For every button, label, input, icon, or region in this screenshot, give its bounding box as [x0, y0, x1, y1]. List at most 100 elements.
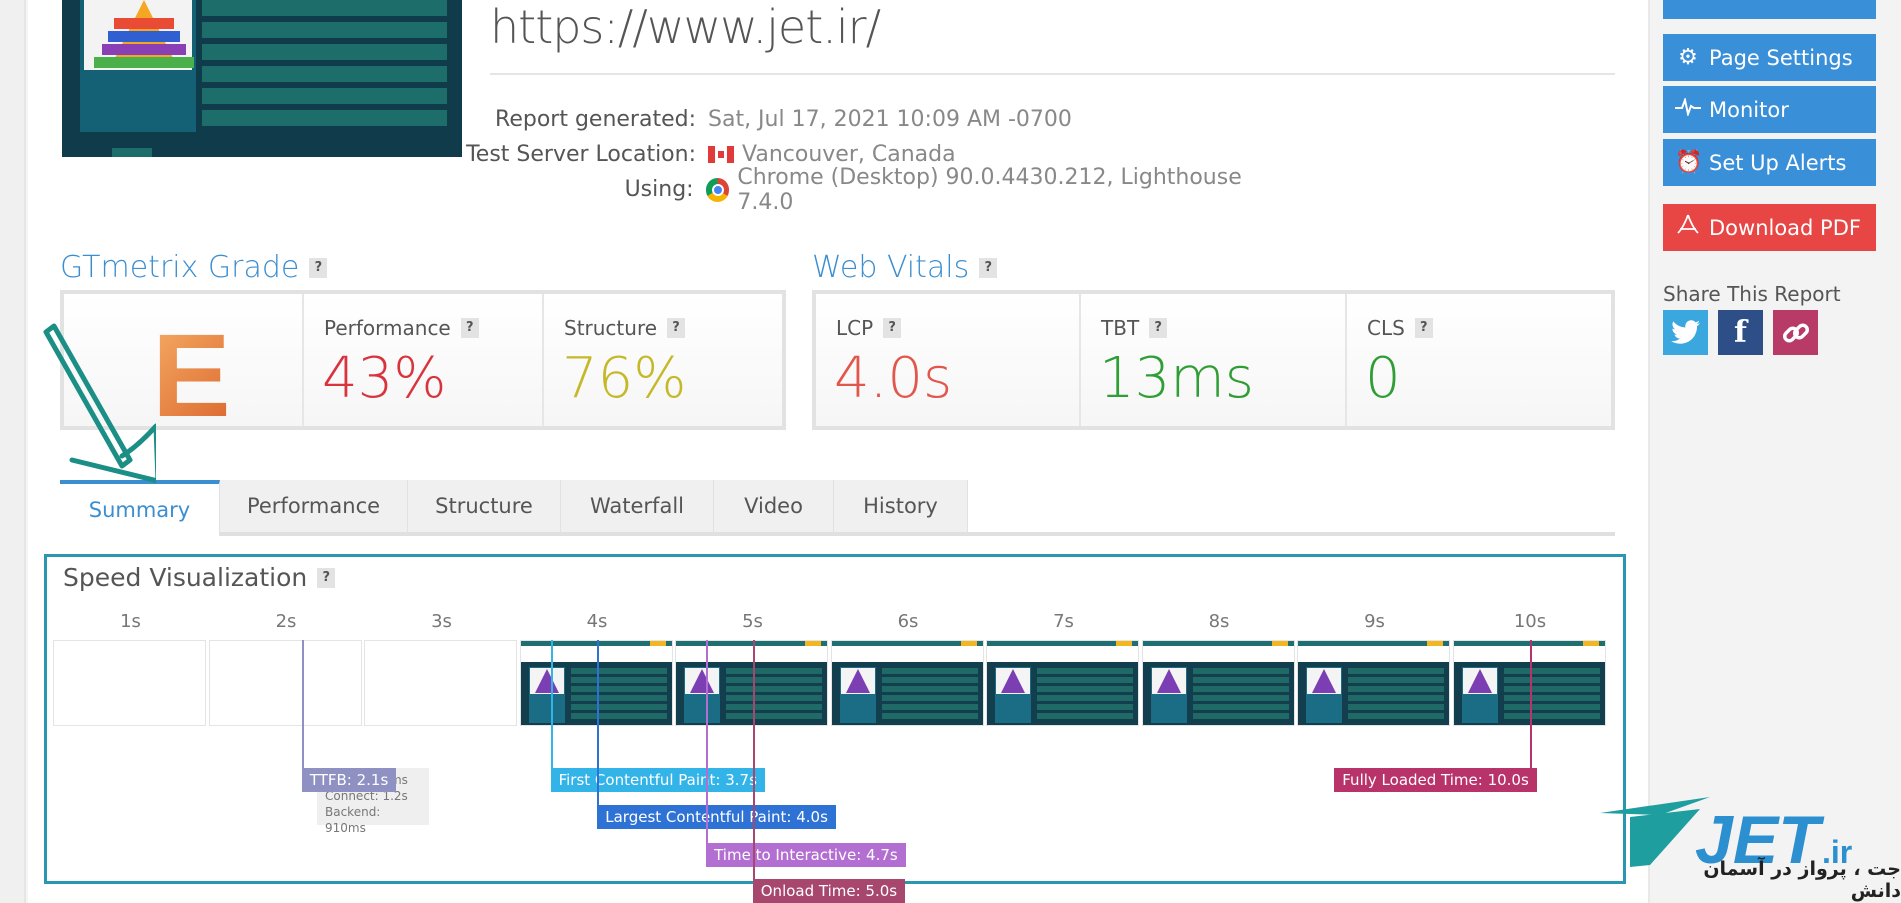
help-icon[interactable]: ? — [317, 567, 336, 588]
tbt-value: 13ms — [1099, 346, 1254, 411]
gear-icon: ⚙ — [1678, 45, 1698, 70]
label-text: Performance — [324, 316, 451, 340]
help-icon[interactable]: ? — [309, 257, 328, 278]
timeline-marker-label: Time to Interactive: 4.7s — [706, 843, 906, 867]
tab-performance[interactable]: Performance — [220, 480, 408, 536]
help-icon[interactable]: ? — [883, 318, 902, 338]
timeline-marker-line — [1530, 640, 1533, 768]
filmstrip-frame[interactable] — [675, 640, 828, 726]
timeline-tick: 1s — [120, 611, 141, 632]
timeline-marker-label: First Contentful Paint: 3.7s — [550, 768, 765, 792]
help-icon[interactable]: ? — [1414, 318, 1433, 338]
filmstrip-frame[interactable] — [986, 640, 1139, 726]
label-text: CLS — [1367, 316, 1405, 340]
timeline-marker-line — [706, 640, 709, 843]
meta-value: Sat, Jul 17, 2021 10:09 AM -0700 — [708, 107, 1072, 132]
report-url: https://www.jet.ir/ — [490, 0, 881, 54]
section-title: Web Vitals — [812, 250, 970, 285]
timeline-marker-label: Fully Loaded Time: 10.0s — [1334, 768, 1537, 792]
server-location-value: Vancouver, Canada — [742, 142, 956, 167]
timeline-tick: 6s — [897, 611, 919, 632]
performance-cell: Performance? 43% — [304, 294, 544, 426]
filmstrip-frame[interactable] — [53, 640, 206, 726]
structure-cell: Structure? 76% — [544, 294, 782, 426]
filmstrip-frame[interactable] — [519, 640, 673, 726]
tab-structure[interactable]: Structure — [408, 480, 561, 536]
twitter-icon — [1670, 319, 1700, 344]
timeline-tick: 3s — [431, 611, 452, 632]
structure-value: 76% — [562, 346, 687, 411]
structure-label: Structure? — [564, 316, 686, 340]
meta-label: Using: — [624, 177, 694, 202]
meta-row-generated: Report generated: Sat, Jul 17, 2021 10:0… — [400, 102, 1300, 137]
filmstrip-frame[interactable] — [1452, 640, 1606, 726]
left-gutter — [0, 0, 26, 903]
timeline-tick: 8s — [1208, 611, 1230, 632]
share-label: Share This Report — [1663, 282, 1841, 306]
lcp-label: LCP? — [836, 316, 902, 340]
page-settings-button[interactable]: ⚙ Page Settings — [1663, 34, 1876, 81]
timeline-tick: 7s — [1053, 611, 1074, 632]
filmstrip-frame[interactable] — [1297, 640, 1450, 726]
browser-value: Chrome (Desktop) 90.0.4430.212, Lighthou… — [737, 164, 1242, 215]
timeline-marker-label: Largest Contentful Paint: 4.0s — [597, 805, 836, 829]
help-icon[interactable]: ? — [460, 318, 479, 338]
download-pdf-button[interactable]: Download PDF — [1663, 204, 1876, 251]
section-title: Speed Visualization — [63, 563, 308, 592]
tab-history[interactable]: History — [834, 480, 968, 536]
chrome-icon — [705, 177, 730, 202]
tab-waterfall[interactable]: Waterfall — [561, 480, 714, 536]
cls-cell: CLS? 0 — [1347, 294, 1611, 426]
thumbnail-card — [80, 0, 196, 132]
button-label: Set Up Alerts — [1709, 150, 1847, 175]
speed-visualization: Speed Visualization ? Redirect: 0ms Conn… — [44, 554, 1626, 903]
gtmetrix-grade-box: E Performance? 43% Structure? 76% — [60, 290, 786, 442]
performance-label: Performance? — [324, 316, 479, 340]
timeline-tick: 4s — [586, 611, 608, 632]
button-label: Download PDF — [1709, 215, 1861, 240]
alarm-clock-icon: ⏰ — [1675, 150, 1703, 175]
help-icon[interactable]: ? — [979, 257, 998, 278]
divider — [490, 73, 1615, 75]
filmstrip-frame[interactable] — [1141, 640, 1295, 726]
sidebar-button-partial[interactable] — [1663, 0, 1876, 19]
link-icon — [1782, 322, 1809, 343]
timeline-marker-label: Onload Time: 5.0s — [752, 879, 906, 903]
lcp-value: 4.0s — [834, 346, 953, 411]
tbt-cell: TBT? 13ms — [1081, 294, 1347, 426]
speed-visualization-title: Speed Visualization ? — [63, 563, 336, 592]
backend-time: Backend: 910ms — [325, 805, 381, 835]
jet-tagline: جت ، پرواز در آسمان دانش — [1703, 858, 1901, 902]
timeline-marker-line — [597, 640, 600, 805]
tbt-label: TBT? — [1101, 316, 1168, 340]
filmstrip-frame[interactable] — [208, 640, 362, 726]
help-icon[interactable]: ? — [667, 318, 686, 338]
section-title: GTmetrix Grade — [60, 250, 300, 285]
tab-video[interactable]: Video — [714, 480, 834, 536]
set-up-alerts-button[interactable]: ⏰ Set Up Alerts — [1663, 139, 1876, 186]
grade-letter: E — [152, 310, 231, 442]
button-label: Page Settings — [1709, 45, 1853, 70]
lcp-cell: LCP? 4.0s — [816, 294, 1081, 426]
meta-label: Test Server Location: — [466, 142, 696, 167]
help-icon[interactable]: ? — [1149, 318, 1168, 338]
pulse-icon — [1675, 96, 1701, 122]
web-vitals-box: LCP? 4.0s TBT? 13ms CLS? 0 — [812, 290, 1615, 430]
share-facebook-button[interactable]: f — [1718, 310, 1763, 355]
meta-value: Vancouver, Canada — [708, 142, 956, 167]
label-text: Structure — [564, 316, 658, 340]
share-link-button[interactable] — [1773, 310, 1818, 355]
label-text: TBT — [1101, 316, 1140, 340]
annotation-arrow-icon — [43, 323, 156, 484]
monitor-button[interactable]: Monitor — [1663, 86, 1876, 133]
meta-label: Report generated: — [495, 107, 696, 132]
facebook-icon: f — [1734, 315, 1747, 350]
filmstrip-frame[interactable] — [830, 640, 984, 726]
filmstrip-frame[interactable] — [364, 640, 517, 726]
timeline-marker-line — [301, 640, 304, 768]
timeline-tick: 2s — [275, 611, 297, 632]
share-twitter-button[interactable] — [1663, 310, 1708, 355]
gtmetrix-grade-title: GTmetrix Grade ? — [60, 250, 328, 285]
timeline-tick: 5s — [742, 611, 763, 632]
web-vitals-title: Web Vitals ? — [812, 250, 998, 285]
